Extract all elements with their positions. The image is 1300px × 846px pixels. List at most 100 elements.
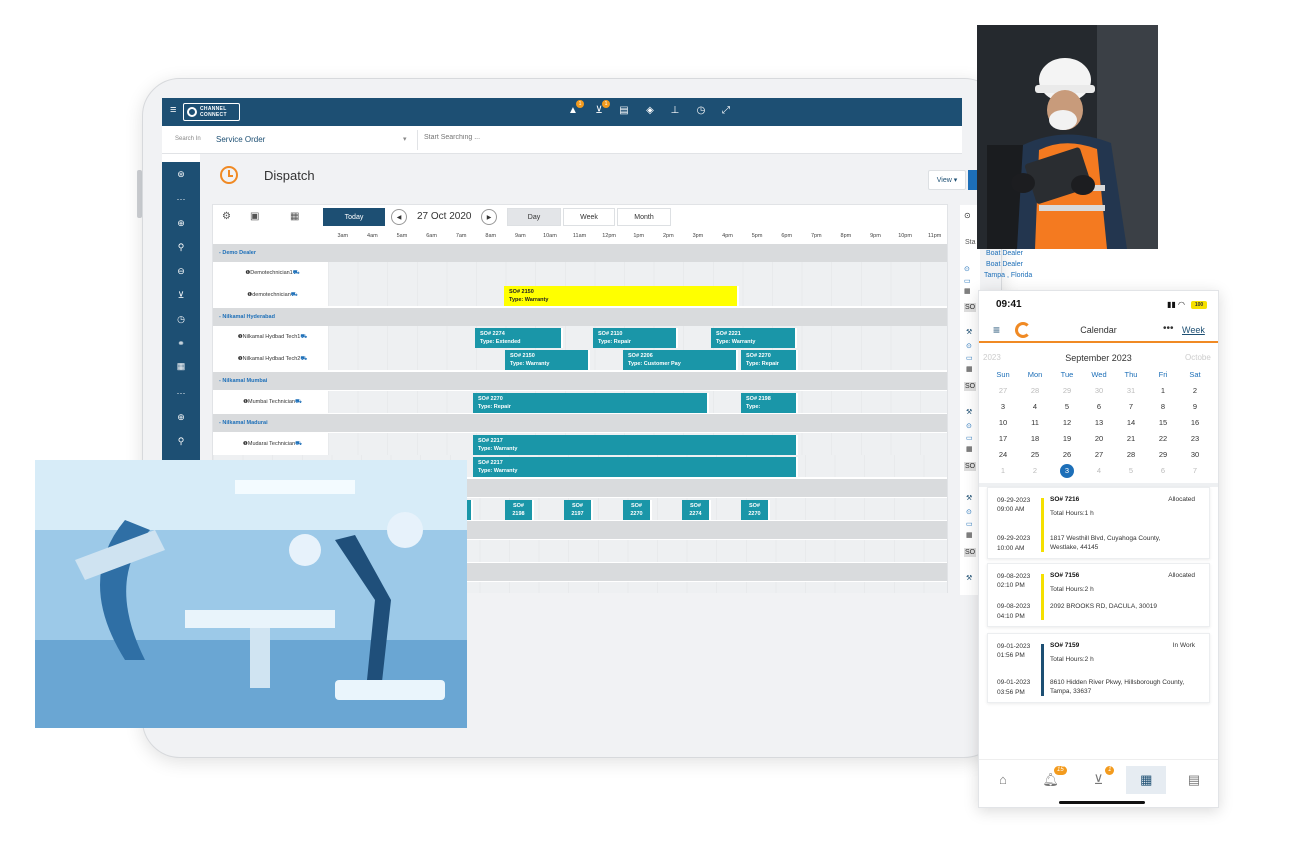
tab-month[interactable]: Month	[617, 208, 671, 226]
calendar-day[interactable]: 27	[1083, 447, 1115, 463]
calendar-day[interactable]: 18	[1019, 431, 1051, 447]
calendar-day[interactable]: 30	[1179, 447, 1211, 463]
calendar-day[interactable]: 13	[1083, 415, 1115, 431]
calendar-day[interactable]: 1	[987, 463, 1019, 479]
calendar-day[interactable]: 26	[1051, 447, 1083, 463]
calendar-day[interactable]: 7	[1179, 463, 1211, 479]
prev-day-button[interactable]: ◀	[391, 209, 407, 225]
dealer-name[interactable]: Boat Dealer	[986, 261, 1023, 268]
calendar-day[interactable]: 2	[1019, 463, 1051, 479]
calendar-day[interactable]: 2	[1179, 383, 1211, 399]
filter-icon[interactable]: ⚙	[222, 211, 231, 222]
calendar-day[interactable]: 5	[1115, 463, 1147, 479]
dealer-name[interactable]: - Demo Dealer	[213, 244, 326, 262]
calendar-day[interactable]: 9	[1179, 399, 1211, 415]
service-order-event[interactable]: SO# 2110 Type: Repair	[593, 328, 678, 348]
next-month[interactable]: Octobe	[1185, 353, 1211, 362]
upload-icon[interactable]: ⊥	[669, 105, 681, 116]
calendar-day[interactable]: 21	[1115, 431, 1147, 447]
service-order-event[interactable]: SO# 2221 Type: Warranty	[711, 328, 797, 348]
service-order-event[interactable]: SO# 2198	[505, 500, 534, 520]
calendar-day[interactable]: 16	[1179, 415, 1211, 431]
calendar-day[interactable]: 19	[1051, 431, 1083, 447]
selected-day[interactable]: 3	[1051, 463, 1083, 479]
box-icon[interactable]: ◈	[644, 105, 656, 116]
expand-icon[interactable]: ⤢	[720, 105, 732, 116]
calendar-day[interactable]: 12	[1051, 415, 1083, 431]
menu-icon[interactable]: ≡	[170, 104, 176, 116]
more-options-icon[interactable]: •••	[1163, 323, 1174, 334]
service-order-event[interactable]: SO# 2270	[741, 500, 770, 520]
bell-icon[interactable]: 🔔︎ 15	[1031, 765, 1071, 788]
more-icon[interactable]: ···	[162, 194, 200, 204]
time-slots[interactable]	[328, 262, 947, 284]
search-icon-2[interactable]: ⚲	[162, 436, 200, 447]
calendar-day[interactable]: 11	[1019, 415, 1051, 431]
dealer-name[interactable]: - Nilkamal Mumbai	[213, 372, 326, 390]
calendar-day[interactable]: 22	[1147, 431, 1179, 447]
service-order-event[interactable]: SO# 2274 Type: Extended	[475, 328, 563, 348]
service-order-event[interactable]: SO# 2270 Type: Repair	[741, 350, 798, 370]
service-order-event[interactable]: SO# 2217 Type: Warranty	[473, 435, 798, 455]
calendar-day[interactable]: 1	[1147, 383, 1179, 399]
calendar-day[interactable]: 29	[1147, 447, 1179, 463]
search-input[interactable]	[424, 134, 824, 141]
next-day-button[interactable]: ▶	[481, 209, 497, 225]
service-order-event[interactable]: SO# 2150 Type: Warranty	[504, 286, 739, 306]
service-order-event[interactable]: SO# 2270	[623, 500, 652, 520]
calendar-icon[interactable]: ▦	[1126, 765, 1167, 794]
book-icon[interactable]: ▤	[1174, 772, 1214, 788]
calendar-day[interactable]: 30	[1083, 383, 1115, 399]
service-order-event[interactable]: SO# 2274	[682, 500, 711, 520]
calendar-day[interactable]: 17	[987, 431, 1019, 447]
more-icon-2[interactable]: ···	[162, 388, 200, 398]
calendar-day[interactable]: 20	[1083, 431, 1115, 447]
add-icon[interactable]: ⊕	[162, 218, 200, 229]
cart-icon[interactable]: ⊻ 1	[1078, 765, 1118, 788]
tab-week[interactable]: Week	[563, 208, 615, 226]
calendar-day[interactable]: 10	[987, 415, 1019, 431]
calendar-day[interactable]: 5	[1051, 399, 1083, 415]
view-dropdown[interactable]: View ▾	[928, 170, 966, 190]
service-order-event[interactable]: SO# 2270 Type: Repair	[473, 393, 709, 413]
service-order-event[interactable]: SO# 2197	[564, 500, 593, 520]
save-icon[interactable]: ▣	[250, 211, 259, 222]
network-icon[interactable]: ⚭	[162, 338, 200, 349]
dealer-name[interactable]: - Nilkamal Hyderabad	[213, 308, 326, 326]
inbox-icon[interactable]: ▤	[618, 105, 630, 116]
service-order-event[interactable]: SO# 2217 Type: Warranty	[473, 457, 798, 477]
calendar-day[interactable]: 28	[1115, 447, 1147, 463]
week-view-link[interactable]: Week	[1182, 325, 1205, 335]
calendar-day[interactable]: 3	[987, 399, 1019, 415]
report-icon[interactable]: ▦	[162, 361, 200, 372]
calendar-day[interactable]: 29	[1051, 383, 1083, 399]
calendar-day[interactable]: 8	[1147, 399, 1179, 415]
service-order-event[interactable]: SO# 2206 Type: Customer Pay	[623, 350, 738, 370]
appointment-card[interactable]: 09-29-2023 09:00 AM 09-29-2023 10:00 AM SO# …	[987, 487, 1210, 559]
calendar-day[interactable]: 14	[1115, 415, 1147, 431]
appointment-card[interactable]: 09-01-2023 01:56 PM 09-01-2023 03:56 PM SO# …	[987, 633, 1210, 703]
calendar-day[interactable]: 7	[1115, 399, 1147, 415]
event-fragment[interactable]	[467, 500, 473, 520]
today-button[interactable]: Today	[323, 208, 385, 226]
panel-toggle-icon[interactable]: ⊙	[964, 211, 971, 220]
login-icon[interactable]: ⊛	[162, 169, 200, 180]
appointment-card[interactable]: 09-08-2023 02:10 PM 09-08-2023 04:10 PM SO# …	[987, 563, 1210, 627]
help-icon[interactable]: ◷	[695, 105, 707, 116]
calendar-day[interactable]: 27	[987, 383, 1019, 399]
calendar-day[interactable]: 6	[1147, 463, 1179, 479]
calendar-day[interactable]: 31	[1115, 383, 1147, 399]
calendar-day[interactable]: 6	[1083, 399, 1115, 415]
service-order-event[interactable]: SO# 2198 Type:	[741, 393, 798, 413]
calendar-day[interactable]: 4	[1019, 399, 1051, 415]
calendar-day[interactable]: 28	[1019, 383, 1051, 399]
calendar-icon[interactable]: ▦	[290, 211, 299, 222]
calendar-day[interactable]: 15	[1147, 415, 1179, 431]
add-icon-2[interactable]: ⊕	[162, 412, 200, 423]
car-icon[interactable]: ⊖	[162, 266, 200, 277]
download-icon[interactable]: ⊻	[162, 290, 200, 301]
tab-day[interactable]: Day	[507, 208, 561, 226]
app-logo[interactable]: CHANNEL CONNECT	[183, 103, 240, 121]
calendar-day[interactable]: 23	[1179, 431, 1211, 447]
search-scope-select[interactable]: Service Order	[216, 135, 265, 144]
